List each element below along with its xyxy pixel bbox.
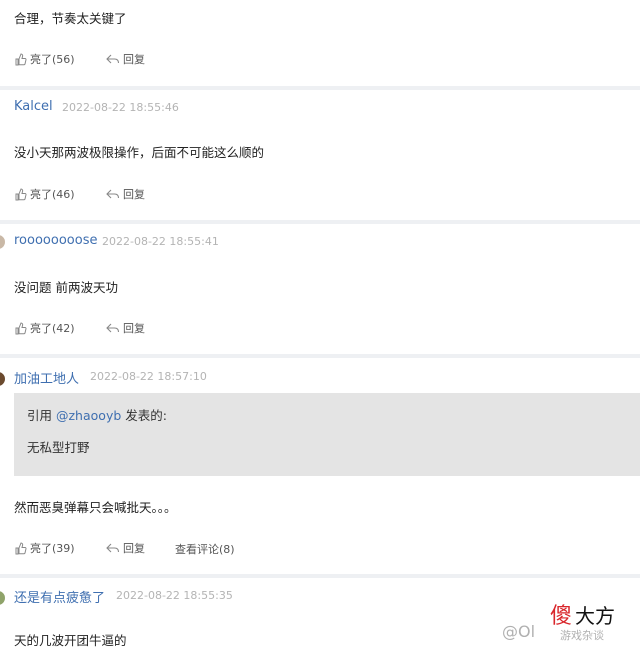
comment-item: Kalcel 2022-08-22 18:55:46 没小天那两波极限操作，后面… [0,90,640,222]
thumbs-up-icon [15,52,27,65]
avatar[interactable] [0,591,5,605]
comment-text: 然而恶臭弹幕只会喊批天。。。 [14,500,177,515]
reply-button[interactable]: 回复 [106,186,145,202]
reply-label: 回复 [123,53,145,66]
watermark-faded: @Ol [502,622,536,641]
reply-button[interactable]: 回复 [106,320,145,336]
timestamp: 2022-08-22 18:55:41 [102,235,219,248]
like-button[interactable]: 亮了(42) [14,320,75,336]
like-count: 亮了(56) [30,53,75,66]
timestamp: 2022-08-22 18:55:35 [116,589,233,602]
thumbs-up-icon [15,187,27,200]
quote-user-link[interactable]: @zhaooyb [56,408,121,423]
like-button[interactable]: 亮了(39) [14,540,75,556]
thumbs-up-icon [15,541,27,554]
like-count: 亮了(42) [30,322,75,335]
quote-header: 引用 @zhaooyb 发表的: [27,405,167,424]
watermark-brand-red: 傻 [550,604,573,629]
view-comments-link[interactable]: 查看评论(8) [175,541,235,557]
comment-text: 合理，节奏太关键了 [14,11,127,26]
reply-icon [106,54,120,63]
reply-label: 回复 [123,542,145,555]
quote-prefix: 引用 [27,408,53,423]
reply-button[interactable]: 回复 [106,51,145,67]
like-count: 亮了(46) [30,188,75,201]
reply-icon [106,323,120,332]
reply-label: 回复 [123,322,145,335]
reply-icon [106,189,120,198]
avatar[interactable] [0,372,5,386]
reply-icon [106,543,120,552]
watermark-faded-subtitle: 游戏杂谈 [560,629,604,642]
quote-suffix: 发表的: [125,408,167,423]
comment-item: 加油工地人 2022-08-22 18:57:10 引用 @zhaooyb 发表… [0,358,640,574]
comment-text: 没小天那两波极限操作，后面不可能这么顺的 [14,145,265,160]
username[interactable]: roooooooose [14,233,97,248]
reply-button[interactable]: 回复 [106,540,145,556]
username[interactable]: Kalcel [14,99,53,114]
comment-text: 天的几波开团牛逼的 [14,633,127,648]
comment-text: 没问题 前两波天功 [14,280,118,295]
username[interactable]: 加油工地人 [14,368,79,387]
avatar[interactable] [0,235,5,249]
like-count: 亮了(39) [30,542,75,555]
like-button[interactable]: 亮了(56) [14,51,75,67]
reply-label: 回复 [123,188,145,201]
quote-text: 无私型打野 [27,440,90,455]
thumbs-up-icon [15,321,27,334]
quote-block: 引用 @zhaooyb 发表的: 无私型打野 [14,393,640,476]
view-comments-label: 查看评论(8) [175,543,235,556]
timestamp: 2022-08-22 18:57:10 [90,370,207,383]
timestamp: 2022-08-22 18:55:46 [62,101,179,114]
watermark: 傻 大方 @Ol 游戏杂谈 [498,598,638,650]
username[interactable]: 还是有点疲惫了 [14,587,105,606]
comment-item: roooooooose 2022-08-22 18:55:41 没问题 前两波天… [0,224,640,356]
like-button[interactable]: 亮了(46) [14,186,75,202]
watermark-brand-black: 大方 [575,604,615,628]
comment-item: 合理，节奏太关键了 亮了(56) 回复 [0,0,640,88]
